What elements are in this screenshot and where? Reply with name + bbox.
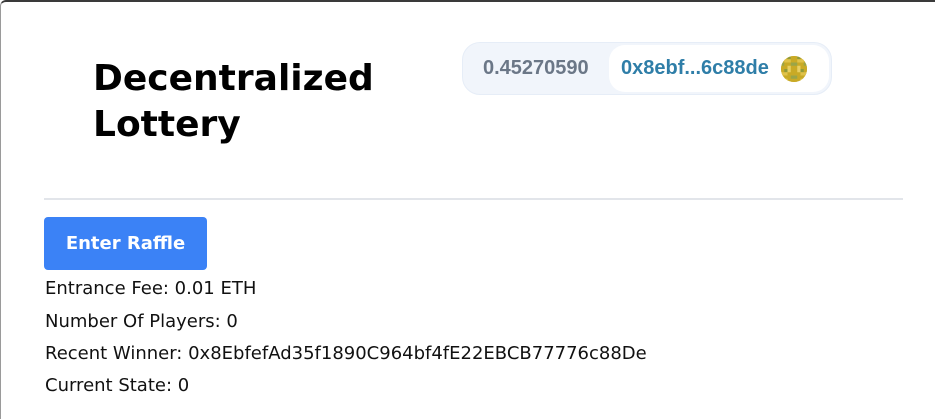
identicon-avatar-icon [780, 55, 807, 82]
wallet-balance: 0.45270590 [483, 57, 589, 79]
number-of-players-text: Number Of Players: 0 [45, 311, 238, 332]
entrance-fee-text: Entrance Fee: 0.01 ETH [45, 278, 257, 299]
wallet-account-button[interactable]: 0x8ebf...6c88de [609, 45, 829, 92]
app-window: Decentralized Lottery 0.45270590 0x8ebf.… [0, 0, 935, 419]
enter-raffle-button[interactable]: Enter Raffle [44, 217, 207, 270]
wallet-address: 0x8ebf...6c88de [621, 57, 769, 79]
wallet-connect-widget[interactable]: 0.45270590 0x8ebf...6c88de [462, 42, 832, 95]
current-state-text: Current State: 0 [45, 375, 190, 396]
page-title: Decentralized Lottery [93, 58, 374, 145]
header-divider [44, 198, 903, 200]
recent-winner-text: Recent Winner: 0x8EbfefAd35f1890C964bf4f… [45, 343, 647, 364]
